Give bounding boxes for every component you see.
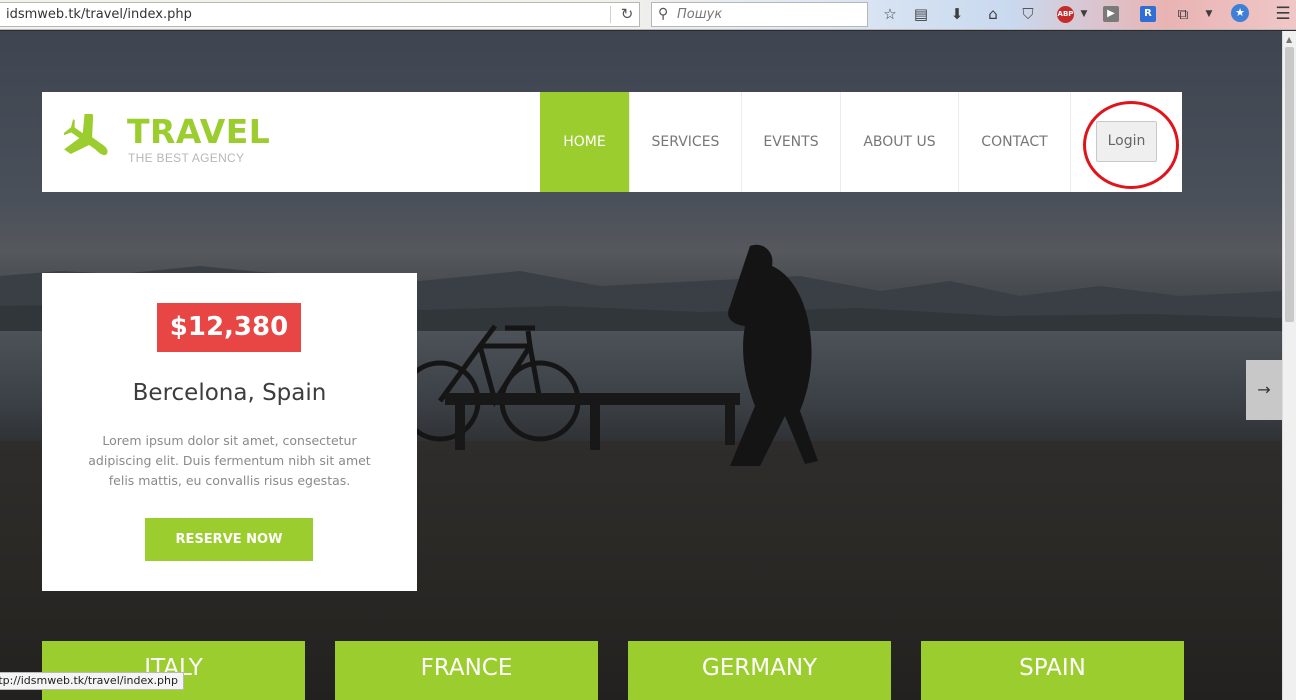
logo-subtitle: THE BEST AGENCY	[128, 151, 245, 165]
search-placeholder: Пошук	[677, 7, 723, 22]
country-tab-italy[interactable]: ITALY	[42, 641, 305, 700]
extension-r-icon[interactable]: R	[1140, 6, 1156, 22]
country-tab-germany[interactable]: GERMANY	[628, 641, 891, 700]
annotation-circle	[1083, 101, 1179, 189]
extension-r-label: R	[1144, 8, 1152, 19]
country-tab-spain[interactable]: SPAIN	[921, 641, 1184, 700]
adblock-label: ABP	[1057, 10, 1074, 18]
bookmark-star-icon[interactable]: ☆	[879, 3, 901, 25]
status-url-text: ttp://idsmweb.tk/travel/index.php	[0, 674, 178, 687]
adblock-icon[interactable]: ABP	[1057, 6, 1074, 23]
search-input[interactable]: ⚲ Пошук	[651, 2, 868, 27]
home-icon[interactable]: ⌂	[982, 3, 1004, 25]
nav-item-events[interactable]: EVENTS	[742, 92, 841, 192]
address-url: idsmweb.tk/travel/index.php	[6, 7, 192, 22]
destination-title: Bercelona, Spain	[132, 380, 327, 406]
logo-title[interactable]: TRAVEL	[127, 112, 270, 151]
site-header: TRAVEL THE BEST AGENCY HOME SERVICES EVE…	[42, 92, 1182, 192]
plane-logo-icon	[64, 114, 108, 156]
destination-description: Lorem ipsum dolor sit amet, consectetur …	[88, 433, 371, 488]
main-nav: HOME SERVICES EVENTS ABOUT US CONTACT	[540, 92, 1071, 192]
scroll-up-icon[interactable]: ▲	[1286, 35, 1292, 44]
nav-item-home[interactable]: HOME	[540, 92, 630, 192]
video-icon[interactable]: ▶	[1103, 6, 1119, 22]
screenshot-dropdown-icon[interactable]: ▼	[1198, 3, 1220, 25]
nav-item-about-us[interactable]: ABOUT US	[841, 92, 959, 192]
adblock-dropdown-icon[interactable]: ▼	[1073, 3, 1095, 25]
nav-item-services[interactable]: SERVICES	[630, 92, 742, 192]
page-scrollbar[interactable]: ▲	[1282, 31, 1296, 700]
favorites-icon[interactable]: ★	[1231, 4, 1249, 22]
reserve-now-button[interactable]: RESERVE NOW	[145, 518, 313, 561]
menu-icon[interactable]: ☰	[1272, 3, 1294, 25]
country-tab-france[interactable]: FRANCE	[335, 641, 598, 700]
bike-person-silhouette	[400, 244, 818, 466]
screenshot-icon[interactable]: ⧉	[1172, 3, 1194, 25]
download-icon[interactable]: ⬇	[946, 3, 968, 25]
search-icon: ⚲	[658, 6, 669, 22]
address-bar[interactable]: idsmweb.tk/travel/index.php	[0, 2, 640, 27]
slider-next-button[interactable]: →	[1246, 360, 1282, 420]
address-divider	[610, 6, 611, 23]
reading-list-icon[interactable]: ▤	[910, 3, 932, 25]
reload-icon[interactable]: ↻	[616, 3, 638, 25]
pocket-icon[interactable]: ⛉	[1017, 3, 1039, 25]
scrollbar-thumb[interactable]	[1285, 47, 1294, 322]
status-url: ttp://idsmweb.tk/travel/index.php	[0, 672, 184, 690]
price-badge: $12,380	[157, 303, 301, 352]
nav-item-contact[interactable]: CONTACT	[959, 92, 1071, 192]
browser-toolbar: idsmweb.tk/travel/index.php ↻ ⚲ Пошук ☆ …	[0, 0, 1296, 30]
promo-card: $12,380 Bercelona, Spain Lorem ipsum dol…	[42, 273, 417, 591]
